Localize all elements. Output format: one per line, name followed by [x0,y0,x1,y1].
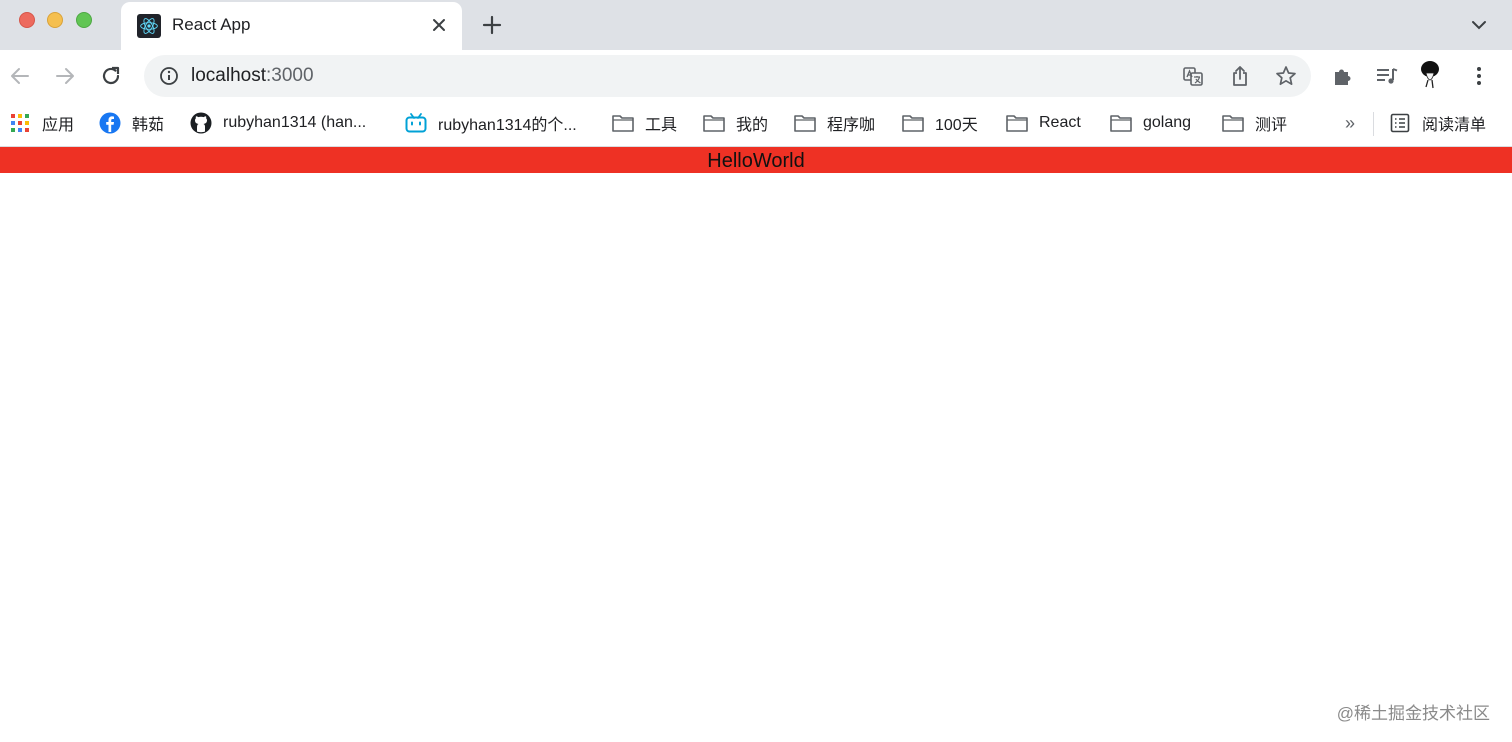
bookmark-folder-golang[interactable]: golang [1110,109,1191,137]
apps-grid-icon [9,112,31,134]
extensions-puzzle-icon[interactable] [1330,63,1356,89]
translate-icon[interactable] [1181,64,1205,88]
reload-icon[interactable] [97,62,125,90]
media-playlist-icon[interactable] [1374,63,1400,89]
bookmarks-separator [1373,112,1374,136]
react-logo-icon [137,14,161,38]
page-viewport: HelloWorld @稀土掘金技术社区 [0,147,1512,742]
url-host: localhost [191,65,266,86]
window-close-button[interactable] [19,12,35,28]
folder-icon [612,112,634,134]
window-minimize-button[interactable] [47,12,63,28]
bookmark-github[interactable]: rubyhan1314 (han... [190,109,366,137]
bookmarks-overflow-button[interactable]: » [1345,109,1355,137]
bookmark-label: rubyhan1314 (han... [223,114,367,131]
bookmark-folder-mine[interactable]: 我的 [703,109,768,137]
github-icon [190,112,212,134]
new-tab-plus-icon[interactable] [479,12,505,38]
folder-icon [1222,112,1244,134]
folder-icon [1110,112,1132,134]
reading-list-icon [1389,112,1411,134]
back-arrow-icon[interactable] [6,62,34,90]
url-port: :3000 [266,65,314,86]
share-icon[interactable] [1228,64,1252,88]
folder-icon [794,112,816,134]
bookmark-folder-chengxuka[interactable]: 程序咖 [794,109,875,137]
tab-strip: React App [0,0,1512,50]
window-maximize-button[interactable] [76,12,92,28]
site-info-icon[interactable] [158,65,180,87]
folder-icon [902,112,924,134]
bookmark-label: React [1039,114,1081,131]
reading-list-label: 阅读清单 [1422,117,1487,134]
facebook-icon [99,112,121,134]
bookmark-folder-100days[interactable]: 100天 [902,109,978,137]
bookmark-label: 程序咖 [827,117,876,134]
bookmark-label: 我的 [736,117,769,134]
bookmark-label: 测评 [1255,117,1288,134]
bookmark-label: 100天 [935,117,978,134]
bookmark-folder-review[interactable]: 测评 [1222,109,1287,137]
address-bar[interactable]: localhost:3000 [144,55,1311,97]
profile-avatar-icon[interactable] [1416,60,1444,90]
folder-icon [703,112,725,134]
hello-world-banner: HelloWorld [0,147,1512,173]
folder-icon [1006,112,1028,134]
forward-arrow-icon[interactable] [51,62,79,90]
bookmark-label: 应用 [42,117,75,134]
bookmark-label: golang [1143,114,1192,131]
bookmark-apps[interactable]: 应用 [9,109,74,137]
tab-close-icon[interactable] [428,14,450,36]
url-text[interactable]: localhost:3000 [191,65,314,87]
bookmark-label: rubyhan1314的个... [438,117,577,134]
bookmark-hanru[interactable]: 韩茹 [99,109,164,137]
bookmark-folder-react[interactable]: React [1006,109,1081,137]
reading-list-button[interactable]: 阅读清单 [1389,109,1486,137]
bookmark-label: 工具 [645,117,678,134]
more-vertical-icon[interactable] [1466,63,1492,89]
bookmarks-bar: 应用 韩茹 rubyhan1314 (han... rubyhan1314的个.… [0,102,1512,147]
bookmark-label: 韩茹 [132,117,165,134]
watermark-text: @稀土掘金技术社区 [1336,704,1490,723]
bookmark-star-icon[interactable] [1274,64,1298,88]
tab-search-chevron-down-icon[interactable] [1466,12,1492,38]
tab-title: React App [172,15,251,34]
bilibili-icon [405,112,427,134]
bookmark-folder-tools[interactable]: 工具 [612,109,677,137]
tab-react-app[interactable]: React App [121,2,462,50]
bookmark-bilibili[interactable]: rubyhan1314的个... [405,109,577,137]
browser-toolbar: localhost:3000 [0,50,1512,102]
